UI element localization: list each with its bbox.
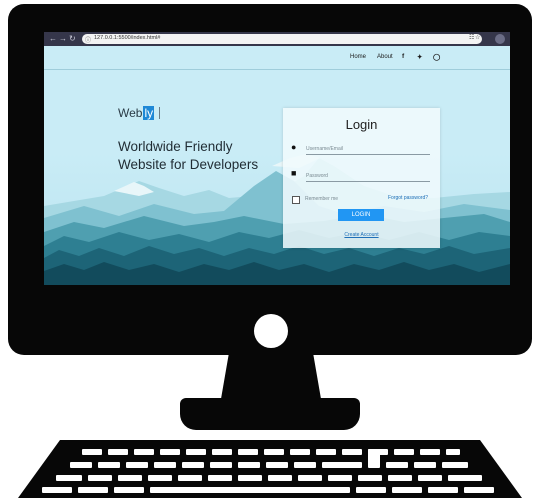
keyboard xyxy=(18,440,522,498)
spacebar-key xyxy=(150,487,350,493)
